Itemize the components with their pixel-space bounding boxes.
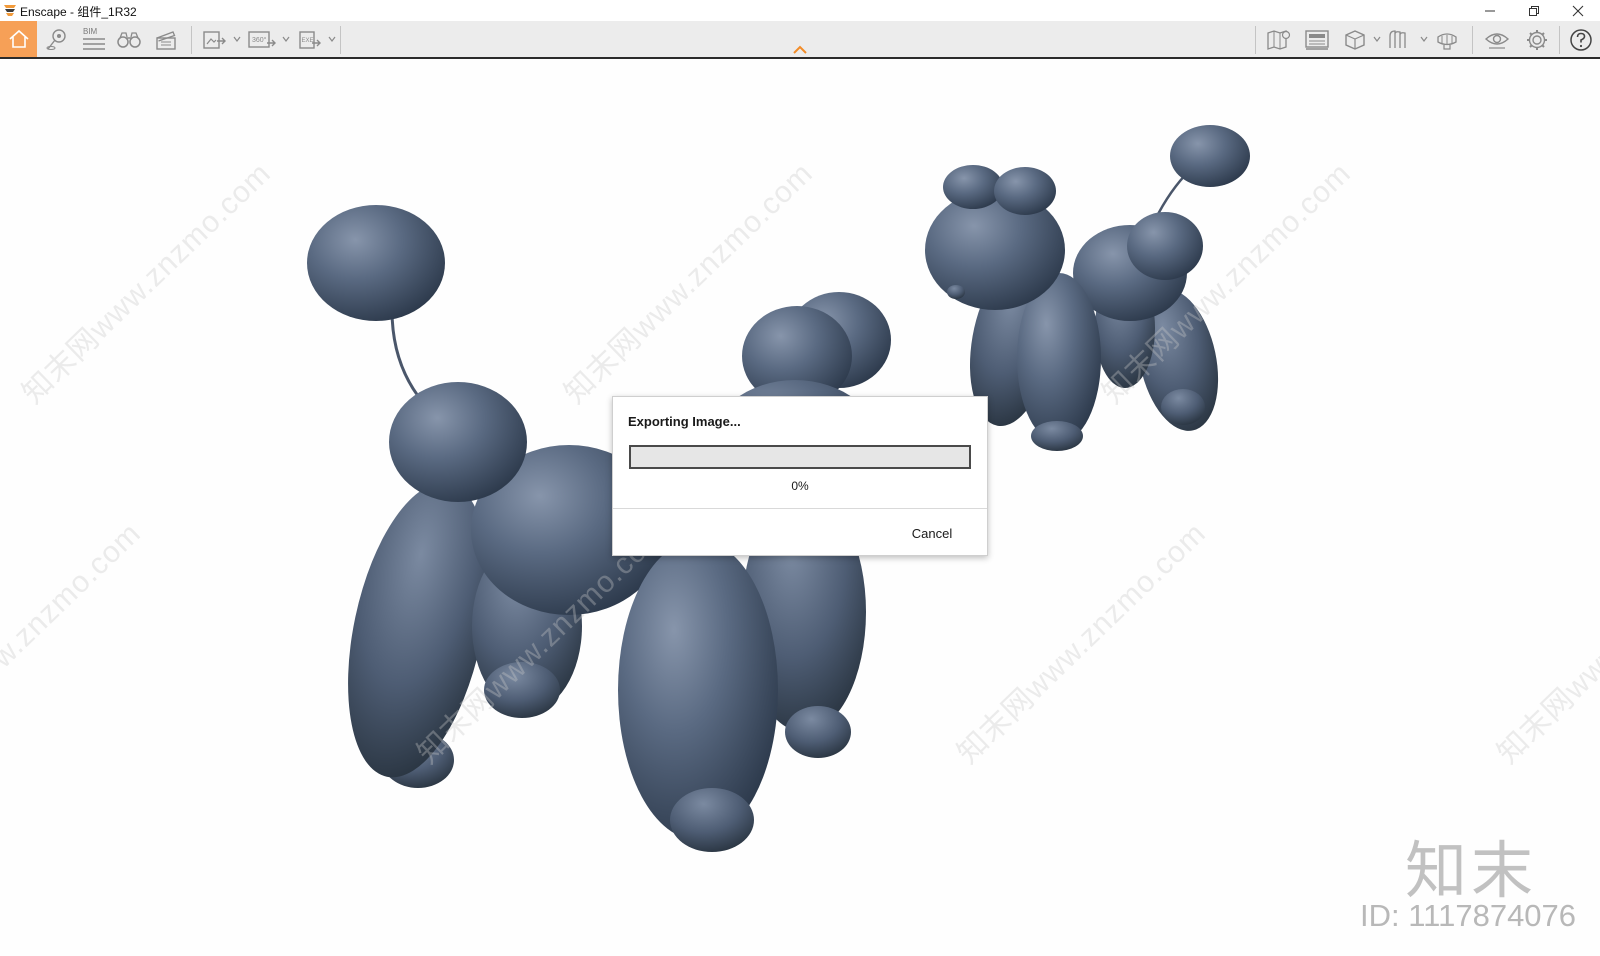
map-button[interactable] — [1264, 23, 1294, 57]
visual-settings-button[interactable] — [1482, 23, 1512, 57]
export-progress-bar — [629, 445, 971, 469]
dialog-divider — [613, 508, 987, 509]
chevron-down-icon[interactable] — [1420, 35, 1428, 43]
toolbar-separator — [340, 26, 341, 54]
minimize-icon — [1485, 10, 1495, 11]
material-editor-icon — [1305, 30, 1329, 50]
toolbar-separator — [1559, 26, 1560, 54]
restore-button[interactable] — [1512, 0, 1556, 21]
restore-icon — [1529, 5, 1539, 16]
map-icon — [1267, 30, 1291, 50]
cancel-button[interactable]: Cancel — [897, 522, 967, 544]
dialog-title: Exporting Image... — [628, 414, 741, 429]
location-pin-icon — [46, 29, 66, 50]
svg-text:BIM: BIM — [83, 27, 98, 36]
minimize-button[interactable] — [1468, 0, 1512, 21]
progress-percent: 0% — [791, 479, 809, 493]
title-bar: Enscape - 组件_1R32 — [0, 0, 1600, 21]
exe-export-icon: EXE — [299, 31, 321, 49]
walk-mode-button[interactable] — [114, 23, 144, 57]
capture-button[interactable] — [1432, 23, 1462, 57]
svg-text:360°: 360° — [252, 36, 267, 44]
view-management-button[interactable] — [1385, 23, 1415, 57]
toolbar-separator — [191, 26, 192, 54]
chevron-down-icon[interactable] — [328, 35, 336, 43]
enscape-toolbar: BIM 360° EXE — [0, 21, 1600, 59]
export-progress-dialog: Exporting Image... 0% Cancel — [612, 396, 988, 556]
panorama-360-icon: 360° — [248, 31, 276, 48]
panorama-export-button[interactable]: 360° — [245, 23, 279, 57]
render-export-icon — [203, 31, 226, 49]
chevron-down-icon[interactable] — [282, 35, 290, 43]
asset-library-icon — [1345, 30, 1365, 50]
enscape-logo-icon — [4, 5, 16, 16]
toolbar-separator — [1472, 26, 1473, 54]
collapse-toolbar-chevron-icon[interactable] — [792, 45, 808, 55]
render-export-button[interactable] — [199, 23, 229, 57]
exe-export-button[interactable]: EXE — [295, 23, 325, 57]
home-button[interactable] — [0, 21, 37, 57]
view-management-icon — [1389, 30, 1406, 48]
gear-icon — [1527, 30, 1547, 50]
brand-watermark: 知末 — [1405, 834, 1538, 907]
location-button[interactable] — [42, 23, 72, 57]
material-editor-button[interactable] — [1302, 23, 1332, 57]
asset-library-button[interactable] — [1340, 23, 1370, 57]
chevron-down-icon[interactable] — [1373, 35, 1381, 43]
close-icon — [1572, 5, 1584, 16]
clapperboard-icon — [156, 31, 176, 50]
chevron-down-icon[interactable] — [233, 35, 241, 43]
help-button[interactable] — [1566, 23, 1596, 57]
close-button[interactable] — [1556, 0, 1600, 21]
settings-button[interactable] — [1522, 23, 1552, 57]
toolbar-separator — [1255, 26, 1256, 54]
help-icon — [1570, 29, 1592, 51]
video-editor-button[interactable] — [151, 23, 181, 57]
binoculars-icon — [117, 32, 141, 48]
bim-button[interactable]: BIM — [79, 23, 109, 57]
bim-icon: BIM — [83, 27, 105, 50]
eye-icon — [1484, 33, 1510, 49]
capture-icon — [1437, 33, 1457, 50]
window-title: Enscape - 组件_1R32 — [20, 5, 137, 19]
image-id-label: ID: 1117874076 — [1360, 898, 1577, 933]
svg-text:EXE: EXE — [302, 38, 314, 44]
home-icon — [8, 29, 29, 48]
